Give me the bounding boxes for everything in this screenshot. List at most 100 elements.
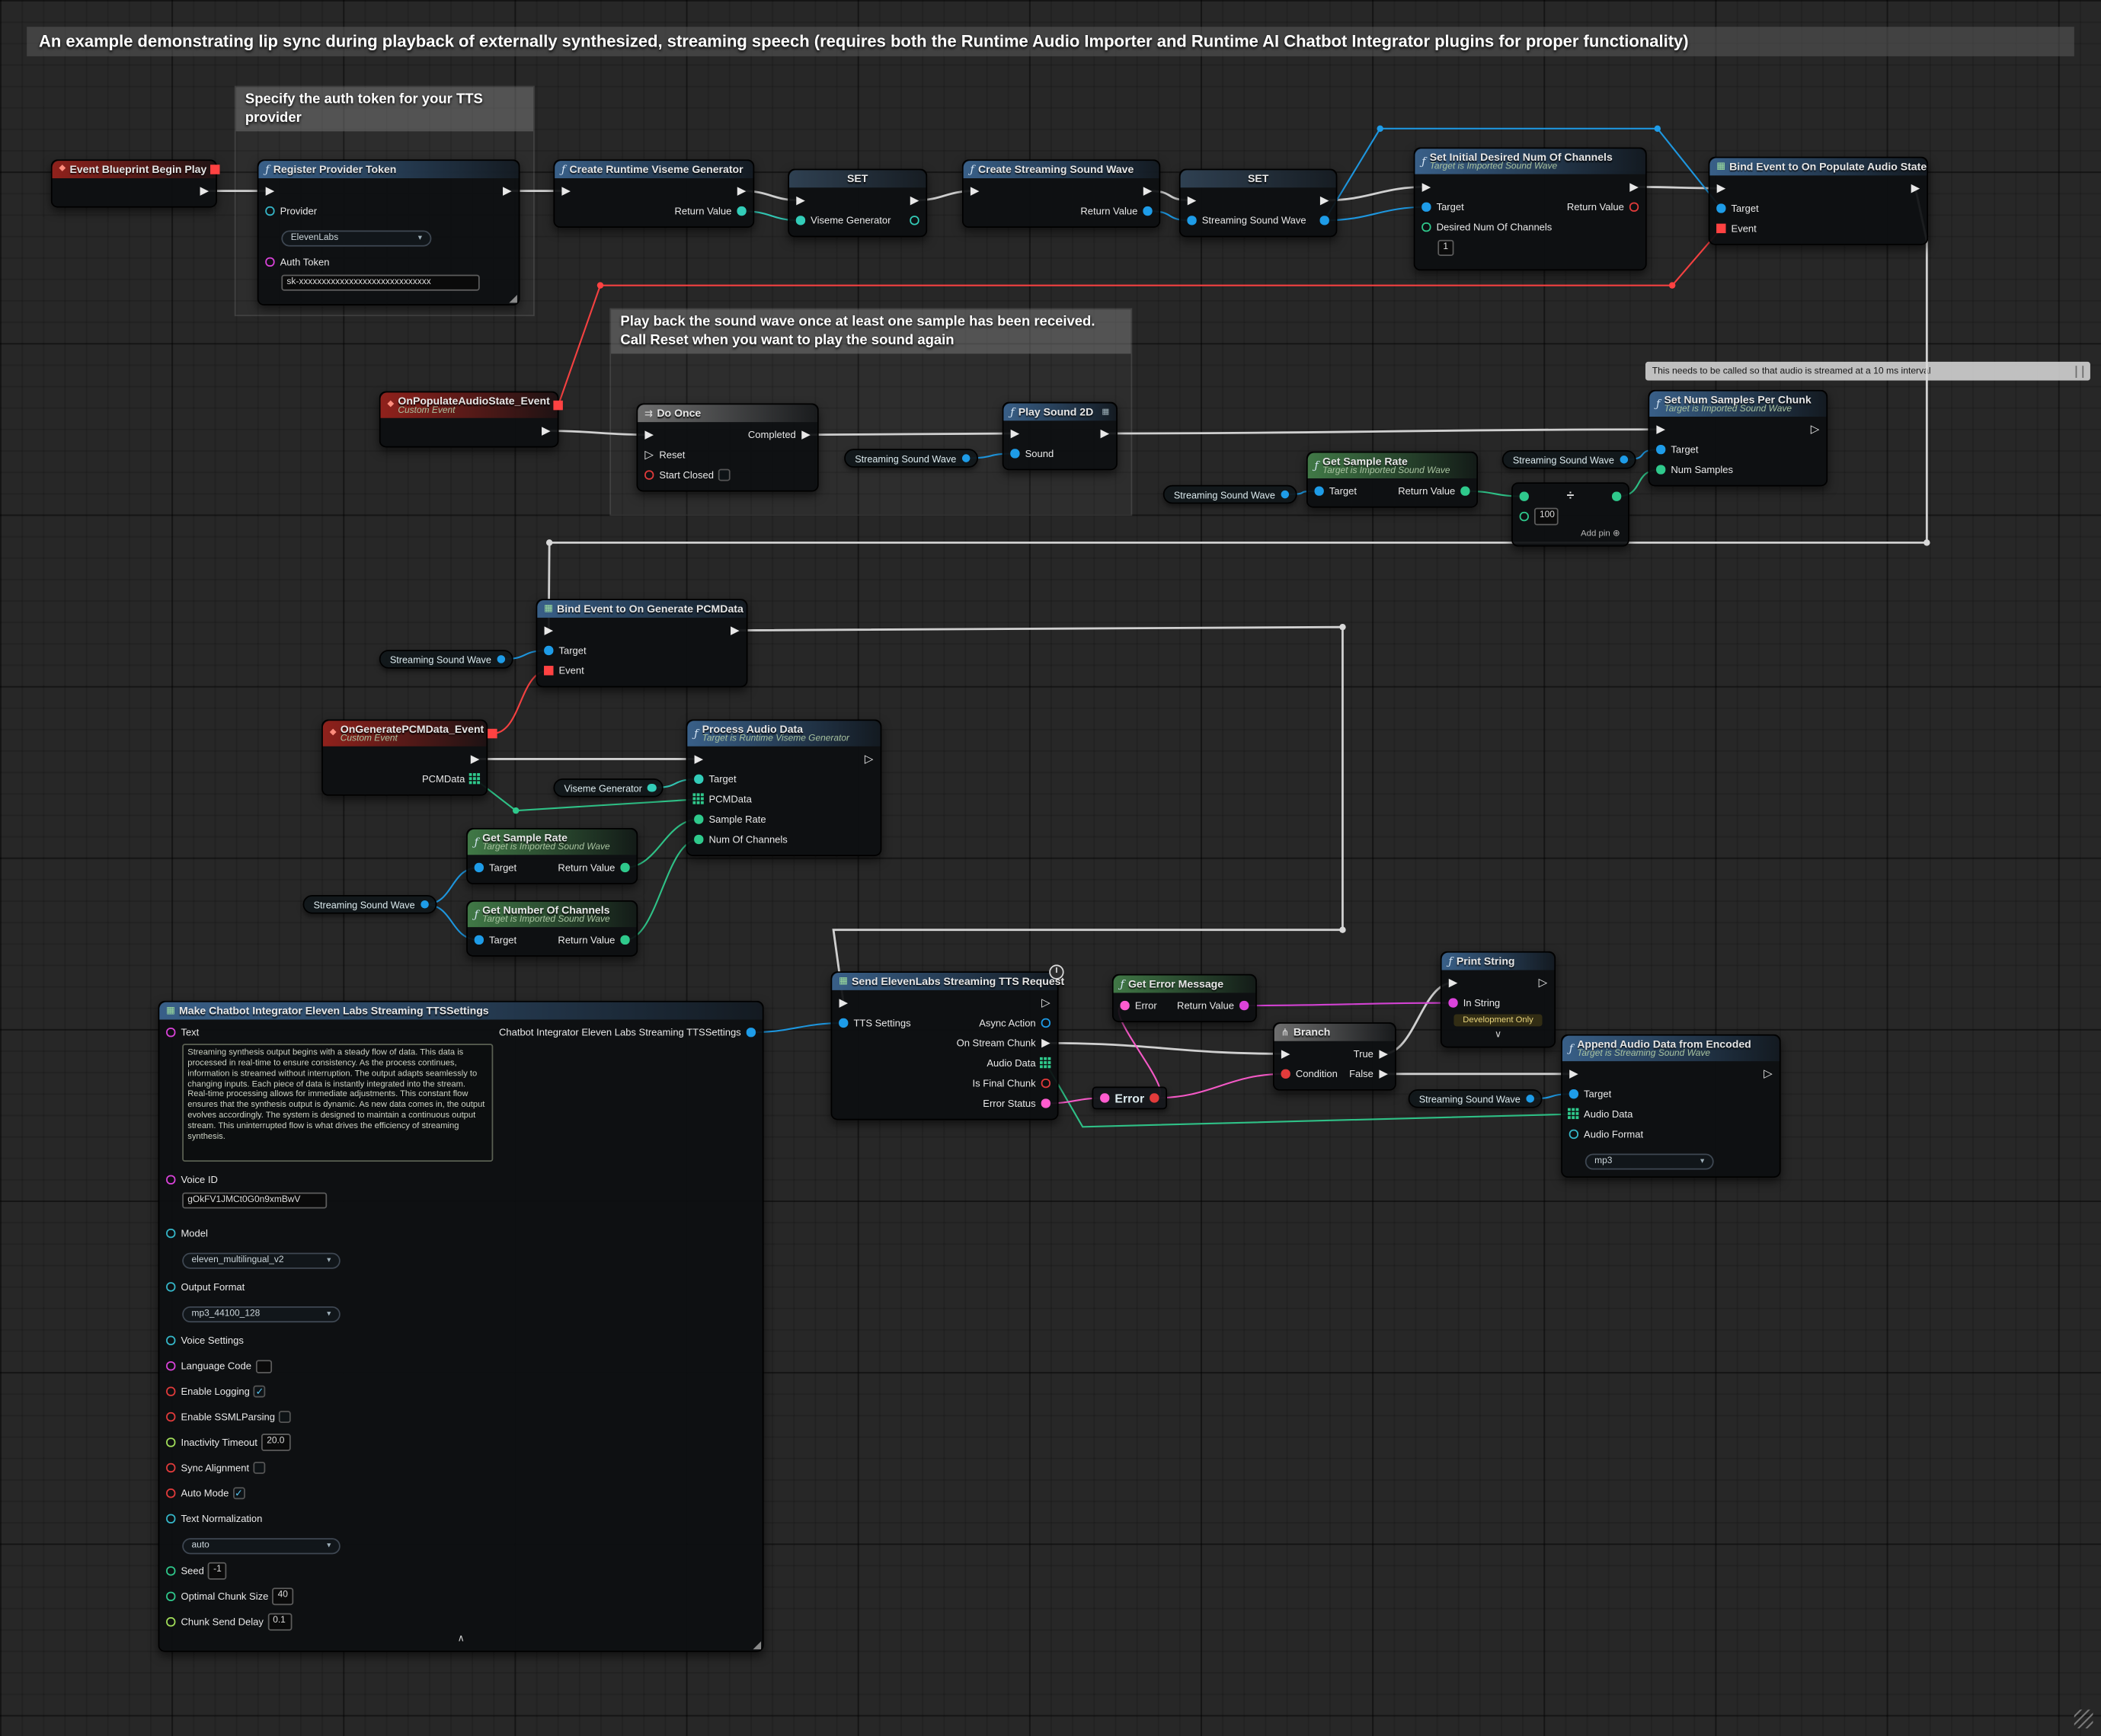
create-streaming-sound-wave[interactable]: ƒCreate Streaming Sound Wave▶▶Return Val… [962,159,1160,228]
out-pin-icon[interactable] [1618,453,1630,465]
delegate-pin-icon[interactable] [554,399,562,411]
exec_out-pin-icon[interactable]: ▷ [1762,1068,1774,1080]
exec_out-pin-icon[interactable]: ▶ [1098,427,1111,440]
node-resize-handle[interactable] [509,295,517,303]
target-pin-icon[interactable] [1715,203,1727,215]
audio_data-pin-icon[interactable] [1040,1057,1052,1069]
pill-viseme[interactable]: Viseme Generator [553,778,664,798]
target-pin-icon[interactable] [692,773,705,785]
exec_out-pin-icon[interactable]: ▶ [501,185,513,197]
exec_in-pin-icon[interactable]: ▶ [264,185,277,197]
print-string[interactable]: ƒPrint String▶▷In StringDevelopment Only… [1441,951,1556,1048]
value_out-pin-icon[interactable] [1319,214,1331,226]
inactivity_timeout-input[interactable]: 20.0 [261,1434,291,1450]
condition-pin-icon[interactable] [1280,1068,1292,1080]
error_status-pin-icon[interactable] [1040,1098,1052,1110]
exec_in-pin-icon[interactable]: ▶ [643,429,655,441]
text-pin-icon[interactable] [165,1026,177,1038]
enable_logging-checkbox[interactable]: ✓ [254,1386,266,1398]
is_final_chunk-pin-icon[interactable] [1040,1077,1052,1089]
auto_mode-checkbox[interactable]: ✓ [233,1487,245,1499]
false-pin-icon[interactable]: ▶ [1377,1068,1389,1080]
bind-event-on-generate-pcmdata[interactable]: ▦Bind Event to On Generate PCMData▶▶Targ… [536,599,748,687]
pill-ssw-1[interactable]: Streaming Sound Wave [844,449,977,468]
chevron-up-icon[interactable]: ∧ [159,1632,763,1645]
delegate-pin-icon[interactable] [488,727,497,740]
tts_settings-pin-icon[interactable] [837,1017,849,1029]
completed-pin-icon[interactable]: ▶ [800,429,812,441]
return-pin-icon[interactable] [619,934,632,946]
out-pin-icon[interactable] [1279,488,1291,500]
desired-num-channels-input-input[interactable]: 1 [1437,239,1453,256]
value_in-pin-icon[interactable] [1186,214,1198,226]
inactivity_timeout-pin-icon[interactable] [165,1437,177,1449]
pill-ssw-3[interactable]: Streaming Sound Wave [1502,450,1636,469]
exec_out-pin-icon[interactable]: ▶ [198,185,210,197]
target-pin-icon[interactable] [1313,485,1326,497]
set-num-samples-per-chunk[interactable]: ƒSet Num Samples Per ChunkTarget is Impo… [1648,390,1828,487]
value_out-pin-icon[interactable] [909,214,921,226]
target-pin-icon[interactable] [473,862,485,874]
exec_out-pin-icon[interactable]: ▶ [1909,182,1921,194]
event-pin-icon[interactable] [542,664,555,676]
chevron-down-icon[interactable]: ∨ [1442,1028,1555,1041]
target-pin-icon[interactable] [1655,443,1667,456]
exec_in-pin-icon[interactable]: ▶ [560,185,572,197]
start_closed-checkbox[interactable] [718,469,730,481]
seed-input[interactable]: -1 [208,1562,227,1579]
create-runtime-viseme-generator[interactable]: ƒCreate Runtime Viseme Generator▶▶Return… [553,159,754,228]
exec_in-pin-icon[interactable]: ▶ [542,625,555,637]
error-pin-icon[interactable] [1119,999,1131,1012]
output_format-pin-icon[interactable] [165,1281,177,1293]
voice_id-pin-icon[interactable] [165,1174,177,1186]
exec_in-pin-icon[interactable]: ▶ [1655,424,1667,436]
exec_out-pin-icon[interactable]: ▷ [863,753,875,766]
process-audio-data[interactable]: ƒProcess Audio DataTarget is Runtime Vis… [686,720,882,856]
audio-format-select-select[interactable]: mp3▾ [1585,1153,1714,1169]
return-pin-icon[interactable] [1142,205,1154,217]
true-pin-icon[interactable]: ▶ [1377,1047,1389,1060]
pill-ssw-5[interactable]: Streaming Sound Wave [303,895,437,914]
event-pin-icon[interactable] [1715,222,1727,235]
language_code-input[interactable] [255,1359,271,1373]
exec_out-pin-icon[interactable]: ▶ [469,753,481,766]
auth-token-input-input[interactable]: sk-xxxxxxxxxxxxxxxxxxxxxxxxxxxxx [281,274,479,291]
exec_in-pin-icon[interactable]: ▶ [1186,194,1198,206]
sample_rate-pin-icon[interactable] [692,814,705,826]
enable_ssml_parsing-pin-icon[interactable] [165,1411,177,1423]
sync_alignment-pin-icon[interactable] [165,1462,177,1474]
branch[interactable]: ⋔Branch▶True▶ConditionFalse▶ [1273,1022,1396,1091]
sync_alignment-checkbox[interactable] [253,1462,265,1474]
seed-pin-icon[interactable] [165,1565,177,1577]
num_channels-pin-icon[interactable] [692,833,705,846]
text_normalization-pin-icon[interactable] [165,1513,177,1525]
target-pin-icon[interactable] [542,644,555,657]
in_string-pin-icon[interactable] [1447,997,1460,1009]
optimal_chunk_size-pin-icon[interactable] [165,1591,177,1603]
out-pin-icon[interactable] [646,782,658,794]
exec_out-pin-icon[interactable]: ▷ [1040,997,1052,1009]
start_closed-pin-icon[interactable] [643,469,655,481]
blueprint-editor-viewport[interactable]: An example demonstrating lip sync during… [0,0,2101,1736]
exec_in-pin-icon[interactable]: ▶ [795,194,807,206]
text-normalization-select-select[interactable]: auto▾ [182,1537,341,1553]
enable_logging-pin-icon[interactable] [165,1386,177,1398]
return-pin-icon[interactable] [1238,999,1250,1012]
auth_token-pin-icon[interactable] [264,256,277,268]
exec_in-pin-icon[interactable]: ▶ [1715,182,1727,194]
register-provider-token[interactable]: ƒRegister Provider Token▶▶ProviderEleven… [257,159,520,305]
get-sample-rate-2[interactable]: ƒGet Sample RateTarget is Imported Sound… [466,828,638,884]
model-select-select[interactable]: eleven_multilingual_v2▾ [182,1252,341,1268]
exec_out-pin-icon[interactable]: ▶ [1319,194,1331,206]
play-sound-2d[interactable]: ƒPlay Sound 2D▦▶▶Sound [1003,402,1118,471]
exec_out-pin-icon[interactable]: ▶ [909,194,921,206]
exec_in-pin-icon[interactable]: ▶ [692,753,705,766]
text-input-textarea[interactable]: Streaming synthesis output begins with a… [182,1044,493,1162]
exec_out-pin-icon[interactable]: ▶ [736,185,748,197]
enable_ssml_parsing-checkbox[interactable] [279,1411,291,1423]
voice-id-input-input[interactable]: gOkFV1JMCt0G0n9xmBwV [182,1192,327,1209]
exec_out-pin-icon[interactable]: ▷ [1537,977,1549,989]
on_stream_chunk-pin-icon[interactable]: ▶ [1040,1037,1052,1049]
model-pin-icon[interactable] [165,1227,177,1239]
get-error-message[interactable]: ƒGet Error MessageErrorReturn Value [1112,974,1257,1022]
